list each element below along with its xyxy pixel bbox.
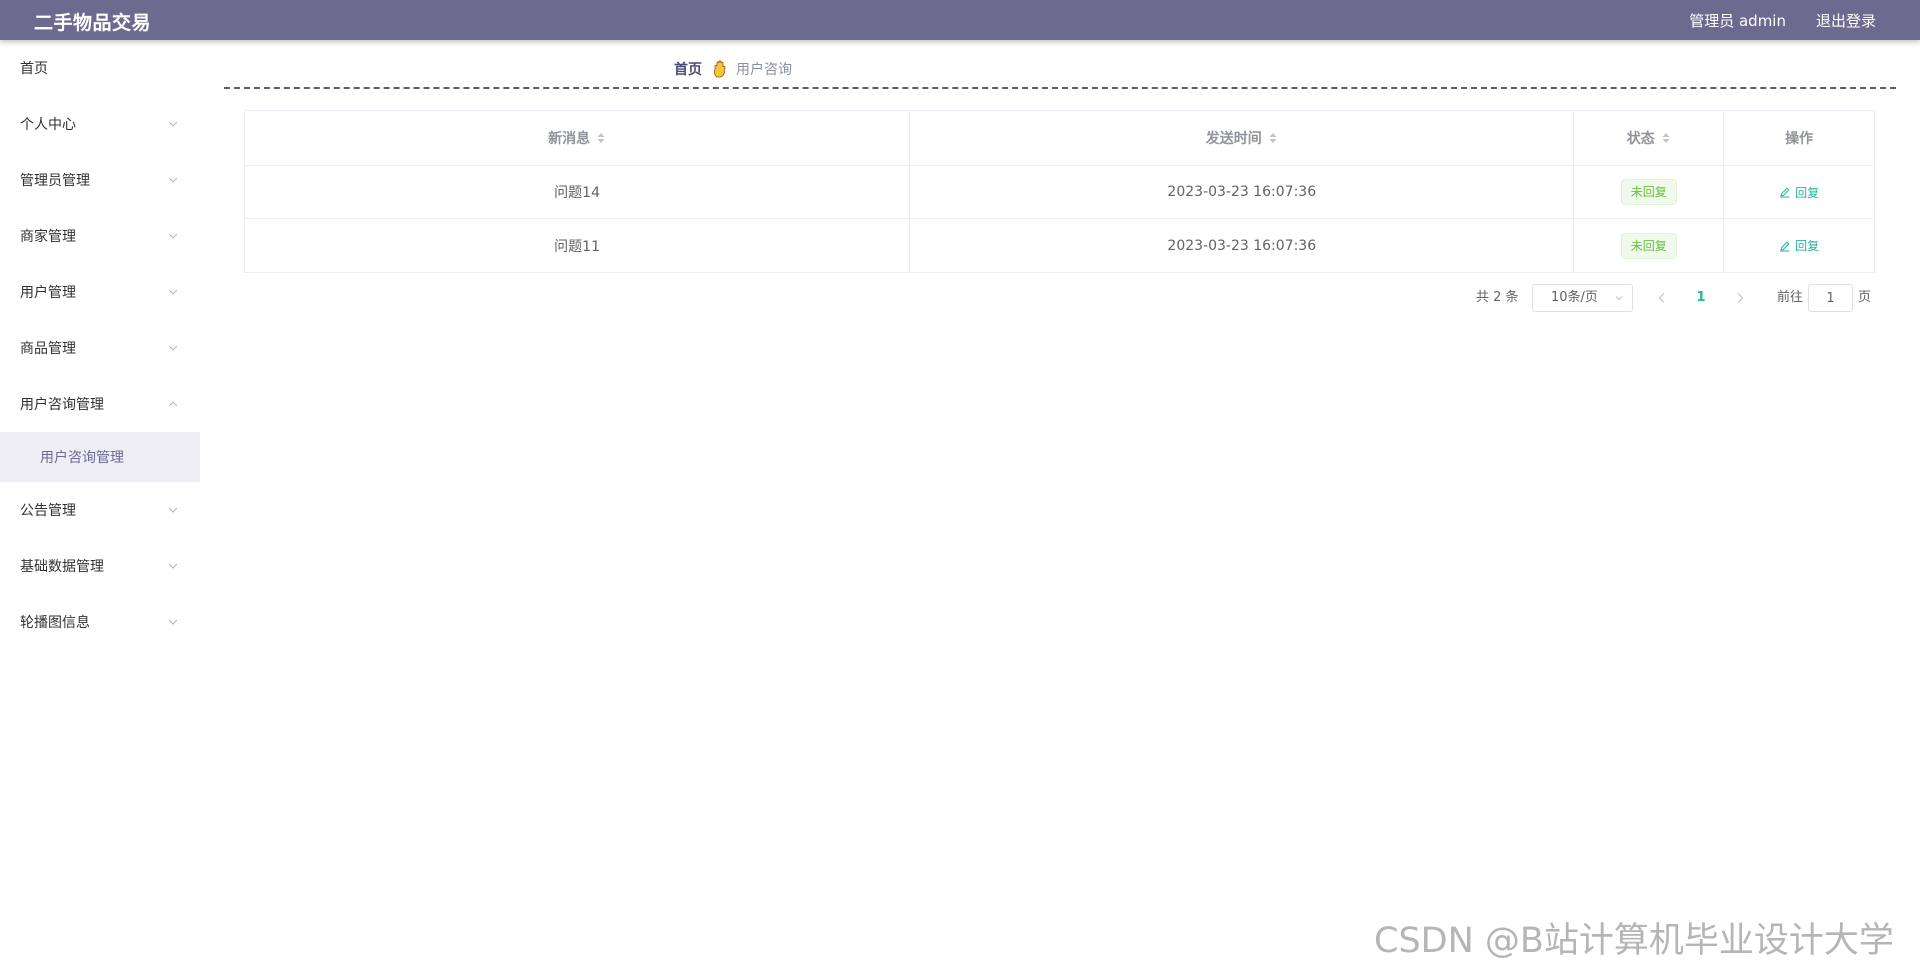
sidebar-item-carousel-info[interactable]: 轮播图信息 — [0, 594, 200, 650]
watermark: CSDN @B站计算机毕业设计大学 — [1374, 921, 1894, 961]
column-header-label: 操作 — [1785, 131, 1814, 147]
column-header-status[interactable]: 状态 — [1574, 111, 1725, 165]
cell-message: 问题11 — [245, 219, 911, 272]
column-header-message[interactable]: 新消息 — [245, 111, 911, 165]
sidebar-item-goods-management[interactable]: 商品管理 — [0, 320, 200, 376]
sort-icon[interactable] — [1661, 131, 1671, 145]
table-header-row: 新消息 发送时间 状态 操作 — [245, 111, 1874, 166]
page-number-current[interactable]: 1 — [1693, 284, 1709, 312]
sidebar-item-admin-management[interactable]: 管理员管理 — [0, 152, 200, 208]
reply-button-label: 回复 — [1795, 185, 1820, 200]
sidebar-menu: 首页 个人中心 管理员管理 商家管理 用户管理 商品管理 用户咨询管理 用户咨询… — [0, 40, 200, 969]
sidebar-item-label: 用户咨询管理 — [20, 397, 104, 413]
current-user: 管理员 admin — [1689, 12, 1786, 30]
goto-page-input[interactable] — [1808, 284, 1853, 312]
top-header: 二手物品交易 管理员 admin 退出登录 — [0, 0, 1920, 40]
pagination-total: 共 2 条 — [1476, 290, 1519, 305]
reply-button[interactable]: 回复 — [1779, 237, 1819, 254]
sidebar-item-base-data-management[interactable]: 基础数据管理 — [0, 538, 200, 594]
column-header-actions: 操作 — [1724, 111, 1874, 165]
sidebar-item-label: 管理员管理 — [20, 173, 90, 189]
chevron-down-icon — [168, 345, 178, 351]
sidebar-item-label: 用户管理 — [20, 285, 76, 301]
sidebar-subitem-label: 用户咨询管理 — [40, 450, 124, 466]
page-size-select[interactable]: 10条/页 — [1532, 284, 1633, 312]
sidebar-item-label: 基础数据管理 — [20, 559, 104, 575]
sort-icon[interactable] — [1268, 131, 1278, 145]
cell-actions: 回复 — [1724, 166, 1874, 218]
table-row: 问题14 2023-03-23 16:07:36 未回复 回复 — [245, 166, 1874, 219]
consultation-table: 新消息 发送时间 状态 操作 问题14 2023-03-23 16:07:36 … — [244, 110, 1875, 273]
reply-button[interactable]: 回复 — [1779, 184, 1819, 201]
chevron-down-icon — [1615, 296, 1623, 301]
table-row: 问题11 2023-03-23 16:07:36 未回复 回复 — [245, 219, 1874, 272]
cell-status: 未回复 — [1574, 219, 1725, 272]
chevron-down-icon — [168, 619, 178, 625]
sidebar-item-consultation-management[interactable]: 用户咨询管理 — [0, 376, 200, 432]
page-size-value: 10条/页 — [1551, 290, 1598, 305]
column-header-label: 新消息 — [548, 131, 591, 147]
reply-button-label: 回复 — [1795, 239, 1820, 253]
sidebar-item-personal-center[interactable]: 个人中心 — [0, 96, 200, 152]
cell-actions: 回复 — [1724, 219, 1874, 272]
sidebar-item-label: 首页 — [20, 61, 48, 77]
chevron-down-icon — [168, 121, 178, 127]
sidebar-item-label: 轮播图信息 — [20, 615, 90, 631]
chevron-left-icon — [1658, 293, 1665, 303]
cell-send-time: 2023-03-23 16:07:36 — [910, 219, 1575, 272]
sort-icon[interactable] — [596, 131, 606, 145]
app-title: 二手物品交易 — [34, 12, 152, 34]
breadcrumb-home[interactable]: 首页 — [674, 59, 702, 79]
cell-message: 问题14 — [245, 166, 911, 218]
cell-send-time: 2023-03-23 16:07:36 — [910, 166, 1575, 218]
sidebar-item-merchant-management[interactable]: 商家管理 — [0, 208, 200, 264]
hand-icon — [714, 60, 726, 78]
chevron-right-icon — [1737, 293, 1744, 303]
sidebar-item-label: 个人中心 — [20, 117, 76, 133]
status-badge: 未回复 — [1620, 232, 1677, 259]
status-badge: 未回复 — [1620, 179, 1677, 205]
chevron-down-icon — [168, 289, 178, 295]
column-header-send-time[interactable]: 发送时间 — [910, 111, 1575, 165]
prev-page-button[interactable] — [1652, 284, 1672, 312]
sidebar-item-label: 商品管理 — [20, 341, 76, 357]
chevron-down-icon — [168, 233, 178, 239]
cell-status: 未回复 — [1574, 166, 1725, 218]
sidebar-item-user-management[interactable]: 用户管理 — [0, 264, 200, 320]
sidebar-item-label: 公告管理 — [20, 503, 76, 519]
edit-icon — [1780, 240, 1790, 251]
column-header-label: 发送时间 — [1205, 131, 1262, 147]
goto-suffix: 页 — [1858, 290, 1872, 305]
chevron-up-icon — [168, 401, 178, 407]
sidebar-item-label: 商家管理 — [20, 229, 76, 245]
sidebar-subitem-consultation-management[interactable]: 用户咨询管理 — [0, 432, 200, 482]
sidebar-item-notice-management[interactable]: 公告管理 — [0, 482, 200, 538]
breadcrumb-current: 用户咨询 — [736, 62, 792, 78]
next-page-button[interactable] — [1730, 284, 1750, 312]
sidebar-item-home[interactable]: 首页 — [0, 40, 200, 96]
chevron-down-icon — [168, 177, 178, 183]
edit-icon — [1780, 187, 1790, 198]
breadcrumb: 首页 用户咨询 — [674, 59, 792, 79]
goto-label: 前往 — [1777, 290, 1804, 305]
chevron-down-icon — [168, 563, 178, 569]
breadcrumb-divider — [224, 87, 1896, 89]
column-header-label: 状态 — [1626, 131, 1655, 147]
logout-button[interactable]: 退出登录 — [1816, 10, 1876, 31]
chevron-down-icon — [168, 507, 178, 513]
